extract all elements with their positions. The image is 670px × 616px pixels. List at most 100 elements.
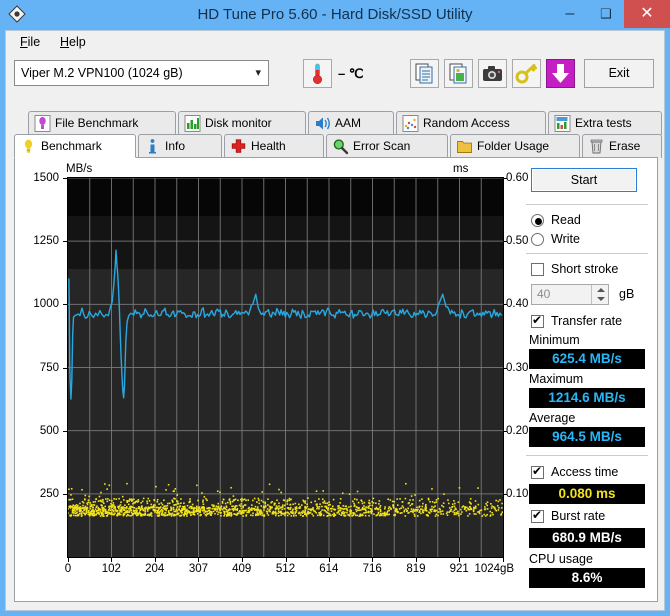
drive-select-value: Viper M.2 VPN100 (1024 gB): [21, 66, 183, 80]
copy-icon: [415, 63, 433, 84]
copy-image-button[interactable]: [444, 59, 473, 88]
x-tick-mark: [198, 558, 200, 562]
plot-area: [67, 177, 504, 558]
tab-benchmark-label: Benchmark: [41, 139, 102, 153]
bulb-yellow-icon: [24, 139, 33, 153]
tab-aam[interactable]: AAM: [308, 111, 394, 135]
tab-info[interactable]: Info: [138, 134, 222, 158]
camera-icon: [483, 66, 502, 81]
temperature-button[interactable]: [303, 59, 332, 88]
cross-icon: [231, 139, 246, 153]
start-button[interactable]: Start: [531, 168, 637, 192]
divider-2: [526, 253, 648, 254]
screenshot-button[interactable]: [478, 59, 507, 88]
maximize-button[interactable]: ❑: [588, 0, 624, 28]
key-button[interactable]: [512, 59, 541, 88]
tab-extra-tests-label: Extra tests: [575, 116, 632, 130]
tab-erase[interactable]: Erase: [582, 134, 662, 158]
menu-help[interactable]: Help: [54, 34, 92, 51]
y-tick-mark: [63, 367, 67, 369]
y-tick-mark: [63, 493, 67, 495]
title-bar: HD Tune Pro 5.60 - Hard Disk/SSD Utility…: [0, 0, 670, 30]
checkbox-short-stroke[interactable]: Short stroke: [531, 261, 618, 278]
y2-tick-mark: [503, 304, 507, 306]
access-time-label: Access time: [551, 465, 619, 479]
tab-row-primary: Benchmark Info Health Error Scan Folder …: [6, 134, 664, 158]
radio-write[interactable]: Write: [531, 231, 580, 248]
download-arrow-icon: [552, 64, 569, 83]
y-tick-label: 500: [39, 424, 59, 437]
x-tick-mark: [154, 558, 156, 562]
y2-axis-label: ms: [453, 163, 469, 175]
info-icon: [149, 139, 156, 154]
x-tick-mark: [241, 558, 243, 562]
menu-file[interactable]: File: [14, 34, 46, 51]
x-tick-label: 512: [275, 563, 296, 575]
x-tick-label: 819: [406, 563, 426, 575]
y-tick-label: 1250: [33, 235, 59, 248]
short-stroke-value: 40: [537, 287, 551, 301]
drive-select[interactable]: Viper M.2 VPN100 (1024 gB) ▾: [14, 60, 269, 86]
stepper-arrows[interactable]: [591, 285, 608, 304]
tab-disk-monitor-label: Disk monitor: [205, 116, 272, 130]
y2-tick-mark: [503, 493, 507, 495]
x-tick-mark: [111, 558, 113, 562]
checkbox-transfer-rate[interactable]: Transfer rate: [531, 312, 622, 330]
benchmark-chart: MB/s ms 250 500 750 1000 1250 1500 0.10 0.20 0.…: [15, 158, 528, 603]
burst-rate-box: [531, 507, 544, 523]
burst-rate-label: Burst rate: [551, 509, 606, 523]
tab-random-access-label: Random Access: [423, 116, 510, 130]
stepper-up-icon[interactable]: [597, 288, 605, 292]
radio-read[interactable]: Read: [531, 212, 581, 229]
x-tick-mark: [285, 558, 287, 562]
tab-benchmark[interactable]: Benchmark: [14, 134, 136, 158]
x-tick-mark: [503, 558, 504, 562]
thermometer-icon: [313, 63, 322, 84]
magnifier-icon: [333, 139, 349, 155]
tab-file-benchmark[interactable]: File Benchmark: [28, 111, 176, 135]
stepper-down-icon[interactable]: [597, 297, 605, 301]
window-body: File Help Viper M.2 VPN100 (1024 gB) ▾ –…: [5, 30, 665, 611]
checkbox-access-time[interactable]: Access time: [531, 463, 619, 481]
exit-button[interactable]: Exit: [584, 59, 654, 88]
x-tick-mark: [372, 558, 374, 562]
close-button[interactable]: ✕: [624, 0, 670, 28]
divider-3: [526, 455, 648, 456]
tab-extra-tests[interactable]: Extra tests: [548, 111, 662, 135]
minimize-button[interactable]: –: [552, 0, 588, 28]
tab-folder-usage-label: Folder Usage: [477, 139, 550, 153]
x-tick-label: 0: [64, 563, 72, 575]
tab-random-access[interactable]: Random Access: [396, 111, 546, 135]
menu-help-rest: elp: [69, 35, 86, 49]
cpu-usage-value: 8.6%: [529, 568, 645, 588]
access-time-value: 0.080 ms: [529, 484, 645, 504]
short-stroke-stepper[interactable]: 40: [531, 284, 609, 305]
save-button[interactable]: [546, 59, 575, 88]
radio-write-label: Write: [551, 232, 580, 246]
scatter-icon: [402, 115, 419, 132]
access-time-box: [531, 463, 544, 479]
trash-icon: [590, 139, 603, 154]
x-tick-label: 307: [188, 563, 208, 575]
y-tick-mark: [63, 430, 67, 432]
copy-button[interactable]: [410, 59, 439, 88]
tab-health[interactable]: Health: [224, 134, 324, 158]
transfer-rate-box: [531, 312, 544, 328]
y2-tick-mark: [503, 430, 507, 432]
y2-tick-mark: [503, 367, 507, 369]
tab-info-label: Info: [165, 139, 186, 153]
checkbox-burst-rate[interactable]: Burst rate: [531, 507, 606, 525]
tab-erase-label: Erase: [609, 139, 641, 153]
tab-error-scan-label: Error Scan: [353, 139, 411, 153]
tab-disk-monitor[interactable]: Disk monitor: [178, 111, 306, 135]
bar-chart-icon: [184, 115, 201, 132]
speaker-icon: [316, 117, 330, 130]
radio-write-dot: [531, 233, 544, 246]
x-tick-mark: [459, 558, 461, 562]
x-tick-label: 921: [449, 563, 469, 575]
tab-folder-usage[interactable]: Folder Usage: [450, 134, 580, 158]
tab-error-scan[interactable]: Error Scan: [326, 134, 448, 158]
average-label: Average: [529, 411, 576, 425]
x-tick-label: 204: [145, 563, 165, 575]
average-value: 964.5 MB/s: [529, 427, 645, 447]
